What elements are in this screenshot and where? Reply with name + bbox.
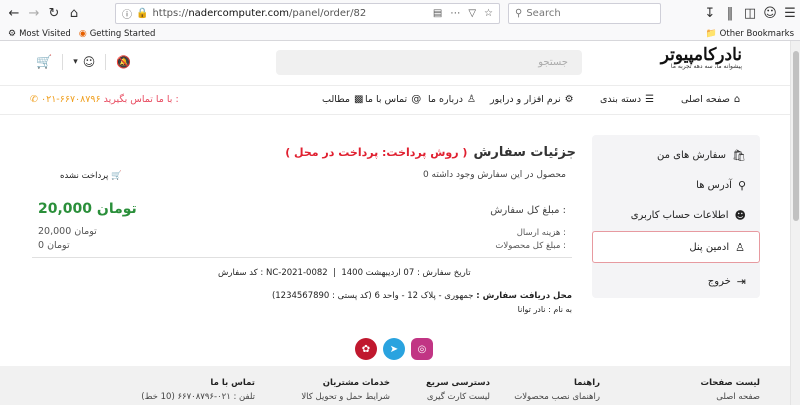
account-icon[interactable]: ☺ [760, 3, 780, 23]
total-amount: 20,000 تومان [38, 201, 137, 217]
sidebar-item-account-info[interactable]: اطلاعات حساب کاربری ☻ [592, 199, 760, 231]
telegram-icon[interactable]: ➤ [383, 338, 405, 360]
bookmark-other[interactable]: 📁 Other Bookmarks [705, 29, 794, 39]
users-icon: ♙ [735, 240, 745, 254]
at-icon: @ [411, 94, 422, 105]
search-placeholder: Search [526, 8, 561, 19]
shipping-amount: 20,000 تومان [38, 226, 97, 237]
footer-col-guide: راهنما راهنمای نصب محصولات [514, 378, 600, 402]
site-footer: لیست صفحات صفحه اصلی راهنما راهنمای نصب مح… [0, 366, 790, 405]
url-prefix: https:// [152, 8, 189, 19]
more-actions-icon[interactable]: ⋯ [450, 8, 460, 19]
sidebar-item-admin-panel[interactable]: ادمین پنل ♙ [592, 231, 760, 263]
cart-icon[interactable]: 🛒 [36, 55, 52, 70]
aparat-icon[interactable]: ✿ [355, 338, 377, 360]
nav-contact[interactable]: تماس با ما @ [365, 94, 421, 105]
footer-col-contact: تماس با ما تلفن : ۰۲۱-۶۶۷۰۸۷۹۶ (10 خط) [141, 378, 255, 402]
url-host: nadercomputer.com [188, 8, 290, 19]
notifications-off-icon[interactable]: 🔕 [116, 55, 131, 69]
shopping-bag-icon: 🛍 [732, 148, 746, 162]
social-links: ✿ ➤ ◎ [355, 338, 433, 362]
logout-icon: ⇥ [736, 274, 746, 288]
site-logo[interactable]: نادرکامپیوتر پیشوانه ما، سه دهه تجربه ما [622, 45, 743, 79]
people-icon: ♙ [466, 94, 476, 105]
nav-software[interactable]: نرم افزار و درایور ⚙ [490, 94, 574, 105]
back-icon[interactable]: ← [4, 3, 24, 23]
phone-icon: ✆ [30, 94, 38, 105]
url-path: /panel/order/82 [289, 8, 367, 19]
shipping-label: هزینه ارسال : [516, 228, 566, 238]
home-icon: ⌂ [733, 94, 741, 105]
site-header: نادرکامپیوتر پیشوانه ما، سه دهه تجربه ما… [0, 41, 790, 85]
site-search-input[interactable]: جستجو [276, 50, 582, 75]
menu-icon[interactable]: ☰ [780, 3, 800, 23]
user-icon: ☻ [734, 208, 746, 222]
browser-toolbar: ← → ↻ ⌂ ⓘ 🔒 https://nadercomputer.com/pa… [0, 0, 800, 41]
bookmark-most-visited[interactable]: ⚙ Most Visited [8, 29, 71, 39]
bookmarks-bar: ⚙ Most Visited ◉ Getting Started 📁 Other Bo… [0, 26, 800, 41]
nav-categories[interactable]: دسته بندی ☰ [600, 94, 654, 105]
footer-col-customer-service: خدمات مشتریان شرایط حمل و تحویل کالا [301, 378, 390, 402]
header-contact[interactable]: ✆ ۰۲۱-۶۶۷۰۸۷۹۶ با ما تماس بگیرید : [30, 94, 179, 105]
nav-articles[interactable]: مطالب ▩ [322, 94, 363, 105]
cart-icon: 🛒 [111, 171, 122, 181]
map-pin-icon: ⚲ [737, 178, 746, 192]
header-icons: 🛒 ▾ ☺ 🔕 [36, 52, 131, 72]
payment-status: پرداخت نشده 🛒 [60, 171, 122, 181]
blog-icon: ▩ [354, 94, 364, 105]
firefox-icon: ◉ [78, 28, 87, 39]
info-icon[interactable]: ⓘ [122, 6, 132, 21]
address-bar[interactable]: ⓘ 🔒 https://nadercomputer.com/panel/orde… [115, 3, 500, 24]
divider [32, 257, 572, 258]
chevron-down-icon[interactable]: ▾ [73, 57, 78, 67]
page-scrollbar[interactable] [790, 41, 800, 405]
sidebar-item-my-orders[interactable]: سفارش های من 🛍 [592, 139, 760, 171]
gear-icon: ⚙ [564, 94, 574, 105]
footer-col-pages: لیست صفحات صفحه اصلی [700, 378, 760, 402]
items-note: 0 محصول در این سفارش وجود داشته [422, 170, 566, 180]
folder-icon: 📁 [705, 28, 717, 39]
total-label: مبلغ کل سفارش : [490, 205, 566, 216]
account-sidebar: سفارش های من 🛍 آدرس ها ⚲ اطلاعات حساب کارب… [592, 135, 760, 298]
order-details: ( روش پرداخت: پرداخت در محل ) جزئیات سفار… [28, 135, 576, 325]
order-code-date: کد سفارش : NC-2021-0082 | تاریخ سفارش : … [218, 268, 471, 278]
bookmark-getting-started[interactable]: ◉ Getting Started [79, 29, 156, 39]
sidebar-item-addresses[interactable]: آدرس ها ⚲ [592, 169, 760, 201]
gear-icon: ⚙ [8, 28, 17, 39]
library-icon[interactable]: ‖ [720, 3, 740, 23]
sidebar-item-logout[interactable]: خروج ⇥ [592, 265, 760, 297]
forward-icon[interactable]: → [24, 3, 44, 23]
search-icon: ⚲ [515, 8, 523, 19]
instagram-icon[interactable]: ◎ [411, 338, 433, 360]
main-nav: صفحه اصلی ⌂ دسته بندی ☰ نرم افزار و درایور… [0, 85, 790, 115]
footer-col-quick-access: دسترسی سریع لیست کارت گیری [425, 378, 490, 402]
reload-icon[interactable]: ↻ [44, 3, 64, 23]
products-label: مبلغ کل محصولات : [495, 241, 566, 251]
pocket-icon[interactable]: ▽ [468, 8, 476, 19]
nav-about[interactable]: درباره ما ♙ [428, 94, 476, 105]
recipient-name: به نام : نادر توانا [517, 305, 572, 314]
products-amount: 0 تومان [38, 240, 70, 251]
sidebar-toggle-icon[interactable]: ◫ [740, 3, 760, 23]
nav-home[interactable]: صفحه اصلی ⌂ [681, 94, 740, 105]
download-icon[interactable]: ↧ [700, 3, 720, 23]
page-title: ( روش پرداخت: پرداخت در محل ) جزئیات سفار… [285, 145, 576, 160]
browser-search-input[interactable]: ⚲ Search [508, 3, 661, 24]
delivery-address: محل دریافت سفارش : جمهوری - پلاک 12 - وا… [271, 291, 572, 301]
bookmark-star-icon[interactable]: ☆ [484, 8, 493, 19]
scrollbar-thumb[interactable] [793, 51, 799, 221]
lock-icon: 🔒 [136, 8, 149, 19]
reader-icon[interactable]: ▤ [433, 8, 442, 19]
menu-icon: ☰ [645, 94, 655, 105]
user-icon[interactable]: ☺ [83, 55, 96, 69]
home-icon[interactable]: ⌂ [64, 3, 84, 23]
